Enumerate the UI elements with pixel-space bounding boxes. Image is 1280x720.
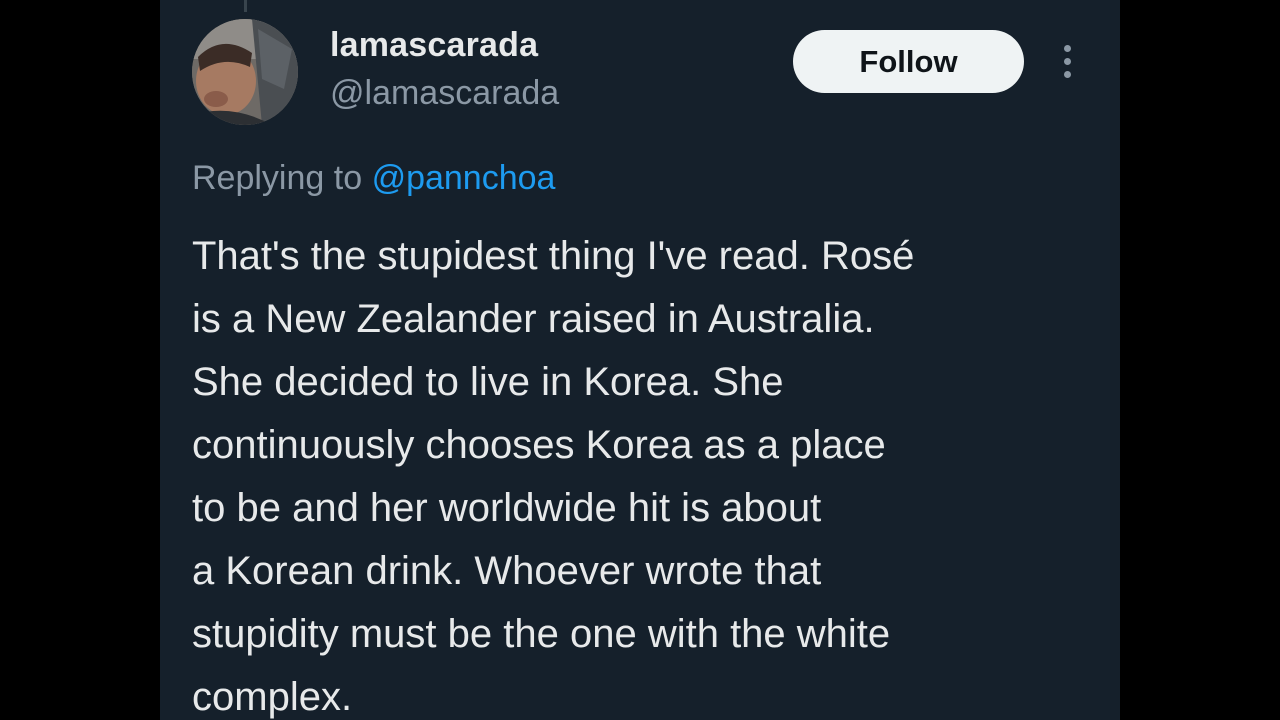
- tweet-card: lamascarada @lamascarada Follow Replying…: [160, 0, 1120, 720]
- tweet-text-line: complex.: [192, 675, 353, 719]
- profile-photo-icon: [192, 19, 298, 125]
- tweet-text-line: to be and her worldwide hit is about: [192, 486, 822, 530]
- author-info: lamascarada @lamascarada: [330, 22, 559, 116]
- reply-context: Replying to @pannchoa: [192, 155, 555, 201]
- author-display-name[interactable]: lamascarada: [330, 22, 559, 68]
- more-dot: [1064, 71, 1071, 78]
- tweet-text-line: is a New Zealander raised in Australia.: [192, 297, 875, 341]
- more-dot: [1064, 45, 1071, 52]
- tweet-text-line: That's the stupidest thing I've read. Ro…: [192, 234, 915, 278]
- more-dot: [1064, 58, 1071, 65]
- tweet-text-line: She decided to live in Korea. She: [192, 360, 784, 404]
- tweet-text: That's the stupidest thing I've read. Ro…: [192, 225, 1092, 720]
- thread-connector-line: [244, 0, 247, 12]
- tweet-text-line: stupidity must be the one with the white: [192, 612, 891, 656]
- avatar[interactable]: [192, 19, 298, 125]
- tweet-text-line: continuously chooses Korea as a place: [192, 423, 886, 467]
- more-options-icon[interactable]: [1050, 40, 1086, 84]
- follow-button[interactable]: Follow: [793, 30, 1024, 93]
- tweet-text-line: a Korean drink. Whoever wrote that: [192, 549, 822, 593]
- reply-prefix: Replying to: [192, 159, 363, 197]
- author-handle[interactable]: @lamascarada: [330, 70, 559, 116]
- reply-mention-link[interactable]: @pannchoa: [372, 159, 556, 197]
